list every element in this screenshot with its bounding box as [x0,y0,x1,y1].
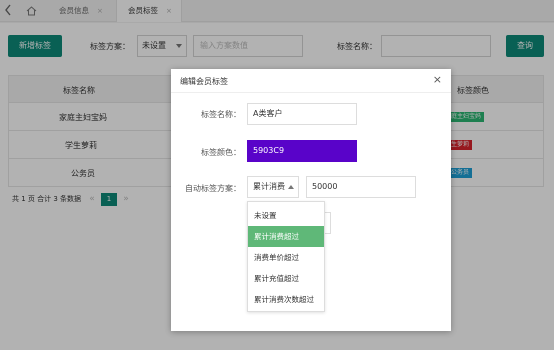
dropdown-option[interactable]: 累计充值超过 [248,268,324,289]
close-icon[interactable]: × [433,74,442,86]
dropdown-option[interactable]: 消费单价超过 [248,247,324,268]
auto-scheme-dropdown: 未设置 累计消费超过 消费单价超过 累计充值超过 累计消费次数超过 [247,201,325,312]
dropdown-option-selected[interactable]: 累计消费超过 [248,226,324,247]
name-field[interactable]: A类客户 [247,103,357,125]
dropdown-option[interactable]: 累计消费次数超过 [248,289,324,310]
auto-scheme-select[interactable]: 累计消费 [247,176,299,198]
dropdown-option[interactable]: 未设置 [248,205,324,226]
color-field-label: 标签颜色： [201,148,241,157]
name-field-label: 标签名称： [201,110,241,119]
color-field[interactable]: 5903C9 [247,140,357,162]
dialog-header: 编辑会员标签 × [171,69,451,93]
dialog-title: 编辑会员标签 [180,77,228,86]
auto-amount-input[interactable]: 50000 [306,176,416,198]
caret-up-icon [288,185,294,189]
auto-scheme-label: 自动标签方案： [185,184,241,193]
auto-scheme-value: 累计消费 [253,182,285,191]
